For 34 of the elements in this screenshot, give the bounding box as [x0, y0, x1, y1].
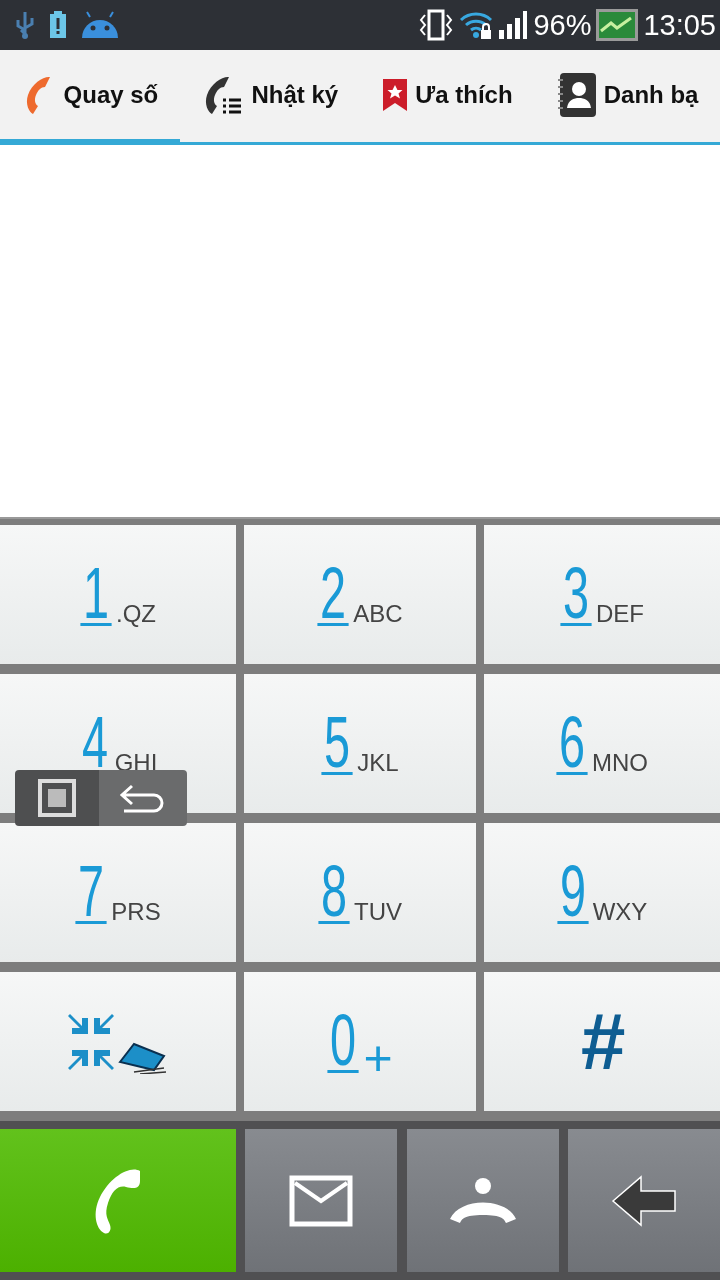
- keypad-key[interactable]: [0, 972, 236, 1111]
- keypad-key[interactable]: 2 ABC: [244, 525, 476, 664]
- keypad-key[interactable]: 5 JKL: [244, 674, 476, 813]
- call-button[interactable]: [0, 1129, 236, 1272]
- keypad-key[interactable]: 3 DEF: [484, 525, 720, 664]
- contacts-book-icon: [555, 71, 598, 118]
- keypad-key[interactable]: 6 MNO: [484, 674, 720, 813]
- usb-icon: [14, 10, 36, 40]
- window-button[interactable]: [15, 770, 99, 826]
- keypad-key[interactable]: 9 WXY: [484, 823, 720, 962]
- message-button[interactable]: [245, 1129, 398, 1272]
- keypad-key[interactable]: 8 TUV: [244, 823, 476, 962]
- square-icon: [37, 778, 77, 818]
- bookmark-star-icon: [381, 76, 410, 113]
- wifi-icon: [459, 10, 494, 40]
- tab[interactable]: Nhật ký: [179, 50, 360, 145]
- keypad-key[interactable]: #: [484, 972, 720, 1111]
- envelope-icon: [289, 1174, 354, 1227]
- android-icon: [80, 11, 120, 39]
- tab[interactable]: Danh bạ: [534, 50, 720, 145]
- tab[interactable]: Ưa thích: [359, 50, 535, 145]
- person-icon: [447, 1176, 518, 1225]
- keypad-key[interactable]: 1.QZ: [0, 525, 236, 664]
- battery-alert-icon: [48, 10, 68, 40]
- chart-icon: [596, 9, 639, 41]
- battery-percent: 96%: [533, 8, 592, 42]
- left-arrow-icon: [611, 1174, 677, 1227]
- backspace-button[interactable]: [568, 1129, 720, 1272]
- back-button[interactable]: [99, 770, 187, 826]
- contact-button[interactable]: [406, 1129, 559, 1272]
- vibrate-icon: [418, 9, 455, 41]
- keypad-key[interactable]: 7 PRS: [0, 823, 236, 962]
- signal-icon: [498, 10, 529, 40]
- clock: 13:05: [643, 8, 716, 42]
